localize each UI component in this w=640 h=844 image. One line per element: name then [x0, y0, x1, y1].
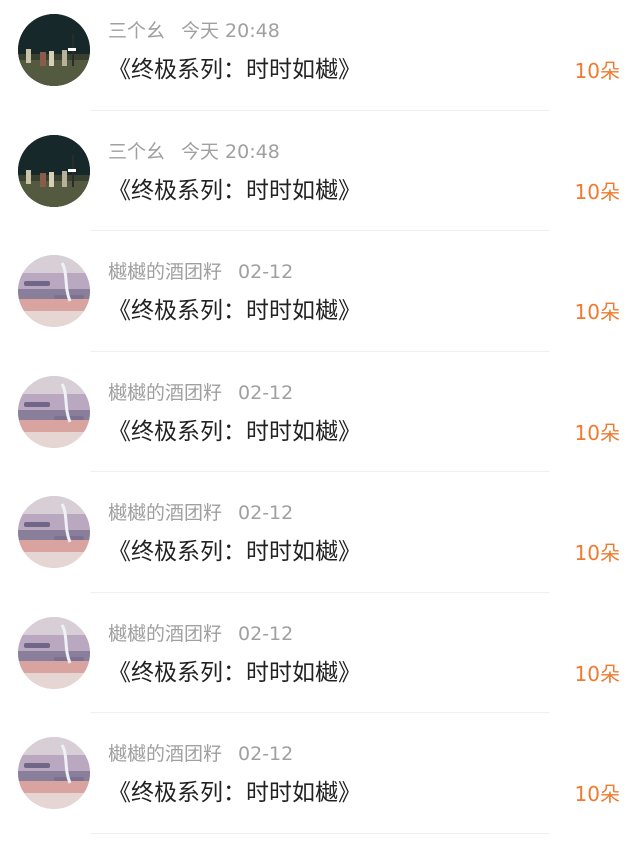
list-item[interactable]: 三个幺 今天 20:48 《终极系列：时时如樾》 10朵 — [0, 121, 640, 242]
username[interactable]: 樾樾的酒团籽 — [108, 623, 222, 645]
avatar[interactable] — [18, 375, 90, 448]
list-item[interactable]: 樾樾的酒团籽 02-12 《终极系列：时时如樾》 10朵 — [0, 482, 640, 603]
avatar[interactable] — [18, 134, 90, 207]
gift-count: 10朵 — [574, 420, 620, 445]
divider — [90, 109, 550, 111]
comment-meta: 樾樾的酒团籽 02-12 — [108, 500, 293, 526]
timestamp: 02-12 — [238, 743, 294, 765]
list-item[interactable]: 樾樾的酒团籽 02-12 《终极系列：时时如樾》 10朵 — [0, 362, 640, 483]
gift-message: 《终极系列：时时如樾》 — [108, 659, 361, 686]
gift-count: 10朵 — [574, 782, 620, 806]
divider — [90, 230, 550, 231]
gift-message: 《终极系列：时时如樾》 — [108, 539, 361, 565]
avatar[interactable] — [18, 14, 90, 86]
list-item[interactable]: 三个幺 今天 20:48 《终极系列：时时如樾》 10朵 — [0, 0, 640, 121]
username[interactable]: 樾樾的酒团籽 — [108, 382, 222, 404]
sunset-sky-avatar-image — [18, 496, 90, 568]
timestamp: 今天 20:48 — [181, 20, 280, 42]
divider — [90, 712, 550, 713]
timestamp: 02-12 — [238, 261, 294, 283]
comment-meta: 三个幺 今天 20:48 — [108, 139, 280, 165]
username[interactable]: 樾樾的酒团籽 — [108, 502, 222, 524]
username[interactable]: 樾樾的酒团籽 — [108, 261, 222, 283]
list-item[interactable]: 樾樾的酒团籽 02-12 《终极系列：时时如樾》 10朵 — [0, 603, 640, 724]
username[interactable]: 三个幺 — [108, 141, 165, 163]
gift-message: 《终极系列：时时如樾》 — [108, 418, 361, 445]
gift-message: 《终极系列：时时如樾》 — [108, 298, 361, 324]
gift-count: 10朵 — [574, 179, 620, 204]
gift-count: 10朵 — [574, 59, 620, 83]
avatar[interactable] — [18, 255, 90, 327]
sunset-sky-avatar-image — [18, 616, 90, 689]
comment-meta: 樾樾的酒团籽 02-12 — [108, 741, 293, 767]
avatar[interactable] — [18, 737, 90, 809]
timestamp: 02-12 — [238, 622, 294, 645]
timestamp: 02-12 — [238, 502, 294, 524]
sunset-sky-avatar-image — [18, 737, 90, 809]
night-figures-avatar-image — [18, 14, 90, 86]
gift-count: 10朵 — [574, 661, 620, 686]
gift-message: 《终极系列：时时如樾》 — [108, 177, 361, 204]
divider — [90, 350, 550, 352]
list-item[interactable]: 樾樾的酒团籽 02-12 《终极系列：时时如樾》 10朵 — [0, 241, 640, 362]
comment-meta: 樾樾的酒团籽 02-12 — [108, 259, 293, 285]
night-figures-avatar-image — [18, 134, 90, 207]
sunset-sky-avatar-image — [18, 375, 90, 448]
gift-count: 10朵 — [574, 541, 620, 565]
divider — [90, 832, 550, 834]
list-item[interactable]: 樾樾的酒团籽 02-12 《终极系列：时时如樾》 10朵 — [0, 723, 640, 844]
sunset-sky-avatar-image — [18, 255, 90, 327]
comment-meta: 三个幺 今天 20:48 — [108, 18, 280, 44]
timestamp: 02-12 — [238, 381, 294, 404]
gift-comment-list: 三个幺 今天 20:48 《终极系列：时时如樾》 10朵 三个幺 今天 20:48 — [0, 0, 640, 835]
avatar[interactable] — [18, 496, 90, 568]
username[interactable]: 樾樾的酒团籽 — [108, 743, 222, 765]
divider — [90, 471, 550, 472]
gift-count: 10朵 — [574, 300, 620, 324]
gift-message: 《终极系列：时时如樾》 — [108, 57, 361, 83]
timestamp: 今天 20:48 — [181, 140, 280, 163]
gift-message: 《终极系列：时时如樾》 — [108, 780, 361, 806]
comment-meta: 樾樾的酒团籽 02-12 — [108, 380, 293, 406]
username[interactable]: 三个幺 — [108, 20, 165, 42]
divider — [90, 591, 550, 593]
avatar[interactable] — [18, 616, 90, 689]
comment-meta: 樾樾的酒团籽 02-12 — [108, 621, 293, 647]
